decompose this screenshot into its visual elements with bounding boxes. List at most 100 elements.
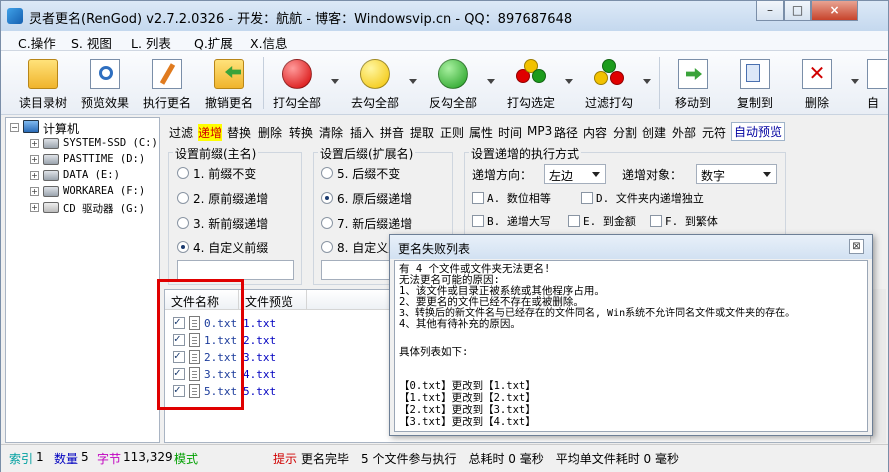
tree-drive-d[interactable]: + PASTTIME (D:): [6, 152, 156, 168]
move-to-button[interactable]: 移动到: [665, 55, 721, 113]
tree-drive-f[interactable]: + WORKAREA (F:): [6, 184, 156, 200]
tab-attribute[interactable]: 属性: [469, 124, 493, 141]
app-icon: [7, 8, 23, 24]
preview-label: 预览效果: [80, 96, 129, 110]
auto-preview-toggle[interactable]: 自动预览: [731, 122, 786, 141]
suffix-option-7[interactable]: 7. 新后缀递增: [337, 215, 412, 232]
preview-magnifier-icon: [90, 59, 120, 89]
tab-increment[interactable]: 递增: [198, 124, 223, 141]
maximize-button[interactable]: □: [784, 1, 811, 21]
check-all-dropdown-icon[interactable]: [331, 79, 339, 84]
expand-icon[interactable]: +: [30, 139, 39, 148]
undo-rename-button[interactable]: 撤销更名: [201, 55, 257, 113]
tree-drive-e[interactable]: + DATA (E:): [6, 168, 156, 184]
invert-check-button[interactable]: 反勾全部: [425, 55, 481, 113]
equal-digits-checkbox[interactable]: [472, 192, 484, 204]
dialog-close-icon[interactable]: ⊠: [849, 239, 864, 254]
delete-dropdown-icon[interactable]: [851, 79, 859, 84]
tab-time[interactable]: 时间: [498, 124, 522, 141]
suffix-option-5[interactable]: 5. 后缀不变: [337, 165, 400, 182]
custom-suffix-input[interactable]: [321, 260, 391, 280]
menu-extend[interactable]: Q.扩展: [194, 33, 233, 52]
to-amount-label[interactable]: E. 到金额: [583, 213, 636, 229]
uppercase-label[interactable]: B. 递增大写: [487, 213, 551, 229]
tab-extract[interactable]: 提取: [410, 124, 434, 141]
tree-root[interactable]: − 计算机: [6, 120, 156, 136]
file-preview: 4.txt: [243, 368, 277, 381]
menu-operate[interactable]: C.操作: [18, 33, 56, 52]
check-selected-button[interactable]: 打勾选定: [503, 55, 559, 113]
prefix-option-1[interactable]: 1. 前缀不变: [193, 165, 256, 182]
menu-info[interactable]: X.信息: [250, 33, 288, 52]
to-traditional-checkbox[interactable]: [650, 215, 662, 227]
prefix-option-4-radio[interactable]: [177, 241, 189, 253]
target-label: 递增对象：: [622, 168, 683, 182]
dialog-text-area[interactable]: 有 4 个文件或文件夹无法更名! 无法更名可能的原因: 1、该文件或目录正被系统…: [394, 260, 868, 432]
tab-pinyin[interactable]: 拼音: [380, 124, 404, 141]
tab-clear[interactable]: 清除: [319, 124, 343, 141]
copy-to-button[interactable]: 复制到: [727, 55, 783, 113]
direction-select[interactable]: 左边: [544, 164, 606, 184]
uncheck-all-button[interactable]: 去勾全部: [347, 55, 403, 113]
tab-regex[interactable]: 正则: [440, 124, 464, 141]
custom-prefix-input[interactable]: [177, 260, 294, 280]
auto-button[interactable]: 自: [867, 55, 887, 113]
target-select[interactable]: 数字: [696, 164, 777, 184]
tab-meta[interactable]: 元符: [702, 124, 726, 141]
to-traditional-label[interactable]: F. 到繁体: [665, 213, 718, 229]
execute-rename-label: 执行更名: [142, 96, 191, 110]
equal-digits-label[interactable]: A. 数位相等: [487, 190, 551, 206]
invert-check-dropdown-icon[interactable]: [487, 79, 495, 84]
expand-icon[interactable]: +: [30, 203, 39, 212]
prefix-option-3[interactable]: 3. 新前缀递增: [193, 215, 268, 232]
prefix-option-1-radio[interactable]: [177, 167, 189, 179]
tab-external[interactable]: 外部: [672, 124, 696, 141]
execute-rename-button[interactable]: 执行更名: [139, 55, 195, 113]
collapse-icon[interactable]: −: [10, 123, 19, 132]
tab-content[interactable]: 内容: [583, 124, 607, 141]
menu-list[interactable]: L. 列表: [131, 33, 171, 52]
uppercase-checkbox[interactable]: [472, 215, 484, 227]
to-amount-checkbox[interactable]: [568, 215, 580, 227]
folder-independent-checkbox[interactable]: [581, 192, 593, 204]
tab-mp3[interactable]: MP3: [527, 124, 552, 138]
prefix-option-3-radio[interactable]: [177, 217, 189, 229]
tree-drive-c[interactable]: + SYSTEM-SSD (C:): [6, 136, 158, 152]
suffix-option-7-radio[interactable]: [321, 217, 333, 229]
check-selected-dropdown-icon[interactable]: [565, 79, 573, 84]
suffix-option-5-radio[interactable]: [321, 167, 333, 179]
expand-icon[interactable]: +: [30, 155, 39, 164]
prefix-option-2-radio[interactable]: [177, 192, 189, 204]
read-tree-button[interactable]: 读目录树: [15, 55, 71, 113]
expand-icon[interactable]: +: [30, 171, 39, 180]
close-button[interactable]: ×: [811, 1, 858, 21]
tab-delete[interactable]: 删除: [258, 124, 282, 141]
prefix-option-4[interactable]: 4. 自定义前缀: [193, 239, 268, 256]
menu-view[interactable]: S. 视图: [71, 33, 112, 52]
expand-icon[interactable]: +: [30, 187, 39, 196]
tab-replace[interactable]: 替换: [227, 124, 251, 141]
tab-split[interactable]: 分割: [613, 124, 637, 141]
col-header-preview[interactable]: 文件预览: [239, 290, 307, 310]
preview-button[interactable]: 预览效果: [77, 55, 133, 113]
tree-drive-g[interactable]: + CD 驱动器 (G:): [6, 200, 156, 216]
delete-button[interactable]: ✕ 删除: [789, 55, 845, 113]
move-to-label: 移动到: [674, 96, 711, 110]
tab-insert[interactable]: 插入: [350, 124, 374, 141]
filter-check-dropdown-icon[interactable]: [643, 79, 651, 84]
drive-label: WORKAREA (F:): [63, 185, 146, 197]
prefix-option-2[interactable]: 2. 原前缀递增: [193, 190, 268, 207]
tab-convert[interactable]: 转换: [289, 124, 313, 141]
suffix-option-6-radio[interactable]: [321, 192, 333, 204]
uncheck-all-dropdown-icon[interactable]: [409, 79, 417, 84]
filter-check-button[interactable]: 过滤打勾: [581, 55, 637, 113]
tab-path[interactable]: 路径: [554, 124, 578, 141]
tab-create[interactable]: 创建: [642, 124, 666, 141]
status-tip-text: 更名完毕 5 个文件参与执行 总耗时 0 毫秒 平均单文件耗时 0 毫秒: [301, 452, 679, 466]
suffix-option-6[interactable]: 6. 原后缀递增: [337, 190, 412, 207]
minimize-button[interactable]: –: [756, 1, 784, 21]
check-all-button[interactable]: 打勾全部: [269, 55, 325, 113]
tab-filter[interactable]: 过滤: [169, 124, 193, 141]
suffix-option-8-radio[interactable]: [321, 241, 333, 253]
folder-independent-label[interactable]: D. 文件夹内递增独立: [596, 190, 704, 206]
